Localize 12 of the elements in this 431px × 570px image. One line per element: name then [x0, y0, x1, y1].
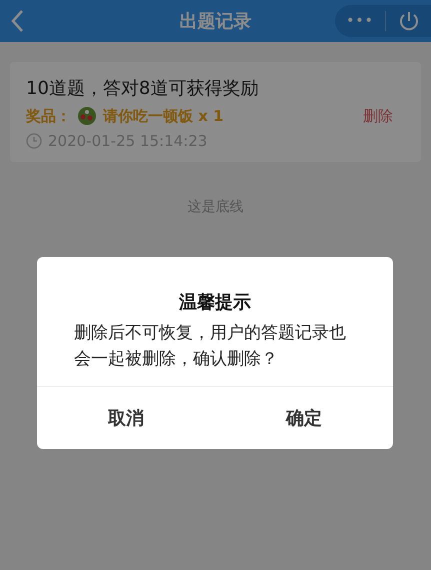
food-icon — [77, 106, 97, 126]
dialog-title: 温馨提示 — [178, 291, 252, 314]
record-title: 10道题，答对8道可获得奖励 — [26, 77, 260, 100]
power-icon[interactable] — [398, 10, 420, 32]
back-icon[interactable] — [10, 9, 24, 33]
page-title: 出题记录 — [180, 10, 252, 33]
prize-name: 请你吃一顿饭 x 1 — [103, 106, 224, 126]
clock-icon — [26, 133, 42, 149]
prize-label: 奖品： — [26, 106, 71, 126]
dialog-message: 删除后不可恢复，用户的答题记录也会一起被删除，确认删除？ — [74, 322, 347, 371]
dialog-button[interactable]: 确定 — [215, 387, 393, 449]
dialog-button[interactable]: 取消 — [37, 387, 215, 449]
